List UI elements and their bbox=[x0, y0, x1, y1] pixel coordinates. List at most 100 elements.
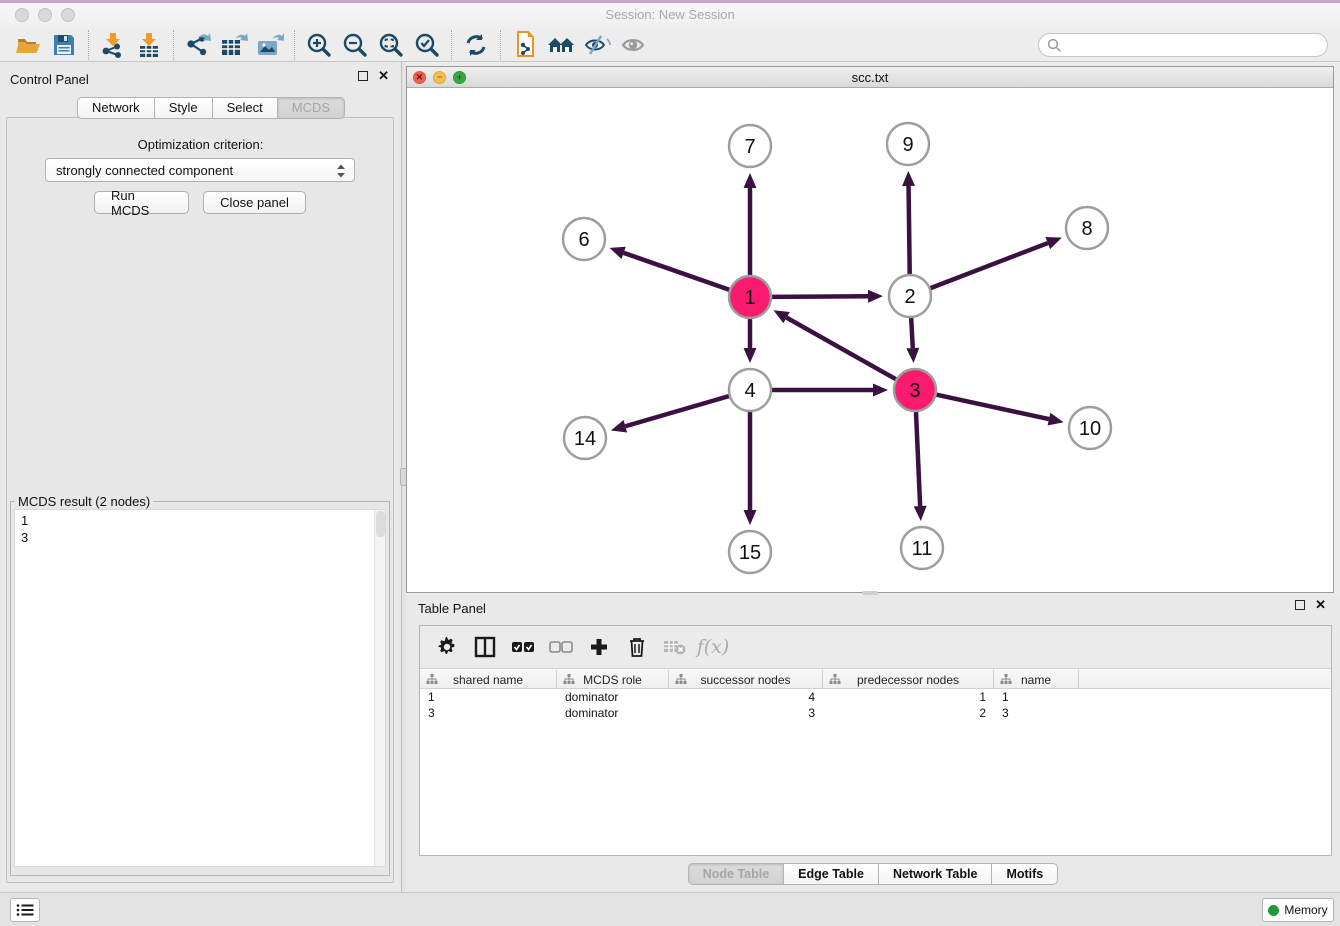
edge-3-1[interactable] bbox=[787, 318, 896, 380]
hide-graphics-details-button[interactable] bbox=[579, 30, 615, 60]
mcds-result-legend: MCDS result (2 nodes) bbox=[15, 494, 153, 509]
node-label-11: 11 bbox=[912, 538, 933, 560]
tab-network-table[interactable]: Network Table bbox=[879, 863, 993, 885]
tab-node-table[interactable]: Node Table bbox=[688, 863, 784, 885]
task-history-button[interactable] bbox=[10, 898, 40, 922]
arrowhead-icon bbox=[902, 171, 915, 186]
table-cell[interactable]: dominator bbox=[557, 690, 669, 706]
scrollbar-thumb[interactable] bbox=[376, 511, 385, 537]
search-box[interactable] bbox=[1038, 33, 1328, 57]
table-row[interactable]: 1dominator411 bbox=[420, 690, 1331, 706]
arrowhead-icon bbox=[1045, 237, 1061, 249]
zoom-in-icon bbox=[306, 32, 332, 58]
export-network-button[interactable] bbox=[180, 30, 216, 60]
tab-edge-table[interactable]: Edge Table bbox=[784, 863, 879, 885]
toolbar-separator bbox=[173, 30, 174, 60]
show-columns-button[interactable] bbox=[468, 631, 502, 663]
float-panel-icon[interactable] bbox=[1295, 600, 1305, 610]
export-table-button[interactable] bbox=[216, 30, 252, 60]
toolbar-separator bbox=[294, 30, 295, 60]
table-panel: Table Panel ✕ bbox=[406, 595, 1340, 892]
export-image-button[interactable] bbox=[252, 30, 288, 60]
table-cell[interactable]: dominator bbox=[557, 706, 669, 722]
tab-select[interactable]: Select bbox=[213, 97, 278, 119]
table-cell[interactable]: 1 bbox=[420, 690, 557, 706]
arrowhead-icon bbox=[906, 348, 919, 363]
close-panel-icon[interactable]: ✕ bbox=[378, 71, 389, 81]
import-table-button[interactable] bbox=[131, 30, 167, 60]
open-session-button[interactable] bbox=[10, 30, 46, 60]
edge-2-3[interactable] bbox=[911, 318, 913, 348]
table-cell[interactable]: 3 bbox=[994, 706, 1079, 722]
mcds-result-area[interactable]: 13 bbox=[14, 509, 386, 867]
plus-icon bbox=[589, 637, 609, 657]
table-cell[interactable]: 1 bbox=[823, 690, 994, 706]
show-graphics-details-button[interactable] bbox=[615, 30, 651, 60]
mcds-result-fieldset: MCDS result (2 nodes) 13 bbox=[10, 494, 390, 876]
column-header-predecessor-nodes[interactable]: predecessor nodes bbox=[823, 670, 994, 689]
table-cell[interactable]: 2 bbox=[823, 706, 994, 722]
table-settings-button[interactable] bbox=[430, 631, 464, 663]
add-column-button[interactable] bbox=[582, 631, 616, 663]
edge-3-11[interactable] bbox=[916, 412, 920, 506]
run-mcds-button[interactable]: Run MCDS bbox=[94, 191, 189, 214]
edge-1-2[interactable] bbox=[772, 296, 868, 297]
hierarchy-icon bbox=[563, 674, 575, 685]
zoom-fit-button[interactable] bbox=[373, 30, 409, 60]
memory-button[interactable]: Memory bbox=[1262, 898, 1334, 922]
table-row[interactable]: 3dominator323 bbox=[420, 706, 1331, 722]
table-rows[interactable]: 1dominator4113dominator323 bbox=[420, 690, 1331, 722]
arrowhead-icon bbox=[744, 173, 757, 188]
import-network-button[interactable] bbox=[95, 30, 131, 60]
table-cell[interactable]: 4 bbox=[669, 690, 823, 706]
deselect-all-rows-button[interactable] bbox=[544, 631, 578, 663]
column-header-name[interactable]: name bbox=[994, 670, 1079, 689]
node-label-4: 4 bbox=[744, 380, 755, 402]
network-window: ✕ − + scc.txt 7968124314101511 bbox=[406, 66, 1334, 593]
save-icon bbox=[52, 33, 76, 57]
delete-column-button[interactable] bbox=[620, 631, 654, 663]
arrowhead-icon bbox=[611, 420, 627, 432]
close-panel-button[interactable]: Close panel bbox=[203, 191, 306, 214]
tab-motifs[interactable]: Motifs bbox=[992, 863, 1058, 885]
tab-mcds[interactable]: MCDS bbox=[278, 97, 345, 119]
zoom-in-button[interactable] bbox=[301, 30, 337, 60]
zoom-selected-icon bbox=[414, 32, 440, 58]
refresh-button[interactable] bbox=[458, 30, 494, 60]
function-builder-button: f(x) bbox=[696, 631, 730, 663]
column-header-MCDS-role[interactable]: MCDS role bbox=[557, 670, 669, 689]
zoom-selected-button[interactable] bbox=[409, 30, 445, 60]
search-input[interactable] bbox=[1062, 38, 1312, 52]
table-cell[interactable]: 3 bbox=[669, 706, 823, 722]
table-cell[interactable]: 1 bbox=[994, 690, 1079, 706]
network-graph[interactable]: 7968124314101511 bbox=[407, 88, 1333, 592]
table-cell[interactable]: 3 bbox=[420, 706, 557, 722]
edge-1-6[interactable] bbox=[624, 253, 730, 290]
column-header-successor-nodes[interactable]: successor nodes bbox=[669, 670, 823, 689]
save-session-button[interactable] bbox=[46, 30, 82, 60]
table-header-row[interactable]: shared nameMCDS rolesuccessor nodesprede… bbox=[420, 670, 1331, 689]
tab-style[interactable]: Style bbox=[155, 97, 213, 119]
optimization-criterion-label: Optimization criterion: bbox=[0, 137, 401, 152]
hierarchy-icon bbox=[675, 674, 687, 685]
zoom-out-icon bbox=[342, 32, 368, 58]
column-header-shared-name[interactable]: shared name bbox=[420, 670, 557, 689]
network-document-button[interactable] bbox=[507, 30, 543, 60]
node-label-8: 8 bbox=[1081, 218, 1092, 240]
export-table-icon bbox=[220, 32, 248, 58]
criterion-dropdown[interactable]: strongly connected component bbox=[45, 158, 355, 182]
result-scrollbar[interactable] bbox=[374, 510, 385, 866]
float-panel-icon[interactable] bbox=[358, 71, 368, 81]
tab-network[interactable]: Network bbox=[77, 97, 155, 119]
zoom-out-button[interactable] bbox=[337, 30, 373, 60]
criterion-value: strongly connected component bbox=[56, 163, 233, 178]
close-panel-icon[interactable]: ✕ bbox=[1315, 600, 1326, 610]
select-all-rows-button[interactable] bbox=[506, 631, 540, 663]
edge-4-14[interactable] bbox=[625, 396, 729, 426]
edge-3-10[interactable] bbox=[936, 395, 1048, 419]
edge-2-8[interactable] bbox=[931, 243, 1048, 288]
gear-icon bbox=[436, 636, 458, 658]
edge-2-9[interactable] bbox=[909, 186, 910, 274]
home-button[interactable] bbox=[543, 30, 579, 60]
table-panel-title: Table Panel bbox=[418, 601, 486, 616]
